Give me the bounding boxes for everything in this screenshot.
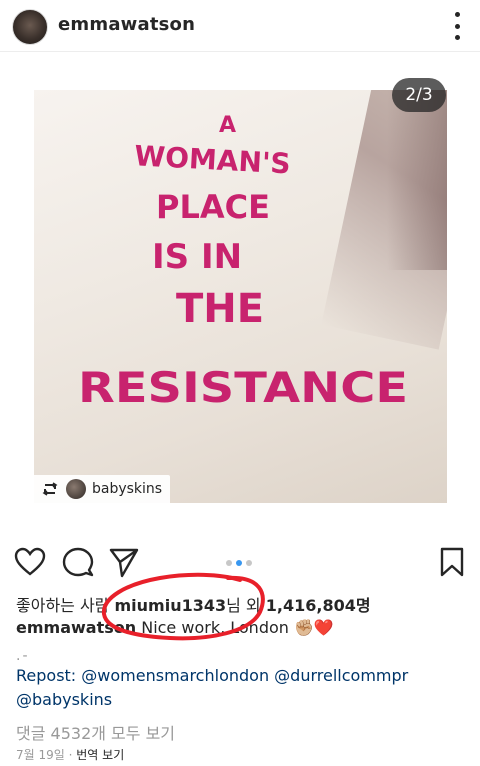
caption: emmawatson Nice work, London ✊🏼❤️ xyxy=(16,618,334,637)
heart-icon[interactable] xyxy=(14,546,46,578)
embroidery-line-4: IS IN xyxy=(152,237,242,277)
likes-count[interactable]: 1,416,804명 xyxy=(266,596,371,615)
send-icon[interactable] xyxy=(108,546,140,578)
translate-link[interactable]: 번역 보기 xyxy=(76,748,124,762)
caption-username[interactable]: emmawatson xyxy=(16,618,136,637)
bookmark-icon[interactable] xyxy=(436,546,468,578)
action-bar xyxy=(0,540,480,586)
view-all-comments-link[interactable]: 댓글 4532개 모두 보기 xyxy=(16,720,175,744)
embroidery-line-2: WOMAN'S xyxy=(133,139,291,180)
header-username[interactable]: emmawatson xyxy=(58,14,195,35)
mention-link[interactable]: @durrellcommpr xyxy=(274,666,408,685)
post-date: 7월 19일 · 번역 보기 xyxy=(16,746,124,763)
repost-mentions: Repost: @womensmarchlondon @durrellcommp… xyxy=(16,664,466,712)
embroidery-line-1: A xyxy=(219,113,236,138)
caption-divider: .- xyxy=(16,648,30,664)
embroidery-line-5: THE xyxy=(176,286,264,332)
more-vertical-icon[interactable] xyxy=(452,12,462,40)
likes-prefix: 좋아하는 사람 xyxy=(16,596,110,615)
post-media[interactable]: A WOMAN'S PLACE IS IN THE RESISTANCE bab… xyxy=(0,52,480,532)
repost-icon xyxy=(42,482,58,496)
post-photo: A WOMAN'S PLACE IS IN THE RESISTANCE bab… xyxy=(34,90,447,503)
embroidered-text: A WOMAN'S PLACE IS IN THE RESISTANCE xyxy=(78,113,408,412)
embroidery-line-6: RESISTANCE xyxy=(78,363,408,412)
date-text: 7월 19일 · xyxy=(16,748,73,762)
carousel-dot xyxy=(246,560,252,566)
image-counter: 2/3 xyxy=(392,78,446,112)
comment-icon[interactable] xyxy=(62,546,94,578)
likes-user[interactable]: miumiu1343 xyxy=(115,596,227,615)
post-header: emmawatson xyxy=(0,0,480,52)
likes-line: 좋아하는 사람 miumiu1343님 외 1,416,804명 xyxy=(16,592,371,616)
likes-middle: 님 외 xyxy=(226,596,261,615)
repost-badge[interactable]: babyskins xyxy=(34,475,171,503)
avatar[interactable] xyxy=(12,9,48,45)
badge-name: babyskins xyxy=(92,481,163,497)
carousel-dot-active xyxy=(236,560,242,566)
carousel-dots xyxy=(226,560,252,566)
carousel-dot xyxy=(226,560,232,566)
repost-label: Repost: xyxy=(16,666,77,685)
embroidery-line-3: PLACE xyxy=(156,188,270,226)
caption-text: Nice work, London ✊🏼❤️ xyxy=(141,618,334,637)
mention-link[interactable]: @womensmarchlondon xyxy=(81,666,269,685)
badge-avatar xyxy=(66,479,86,499)
mention-link[interactable]: @babyskins xyxy=(16,690,112,709)
